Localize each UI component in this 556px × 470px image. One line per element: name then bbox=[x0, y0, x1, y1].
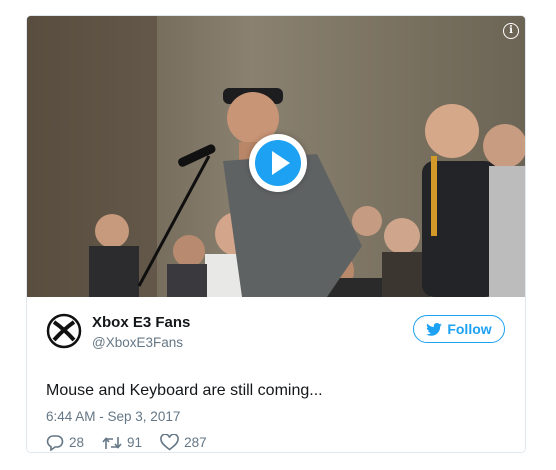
tweet-text: Mouse and Keyboard are still coming... bbox=[46, 382, 323, 399]
follow-label: Follow bbox=[447, 321, 492, 337]
retweet-button[interactable]: 91 bbox=[102, 435, 142, 451]
play-button[interactable] bbox=[249, 134, 307, 192]
avatar[interactable] bbox=[46, 313, 82, 349]
heart-icon bbox=[160, 434, 179, 451]
follow-button[interactable]: Follow bbox=[413, 315, 505, 343]
like-count: 287 bbox=[184, 435, 207, 450]
video-thumbnail[interactable]: i bbox=[27, 16, 525, 297]
timestamp[interactable]: 6:44 AM - Sep 3, 2017 bbox=[46, 409, 180, 424]
tweet-card: i Xbox E3 Fans @XboxE3Fans Follow Mouse … bbox=[26, 15, 526, 453]
twitter-bird-icon bbox=[426, 322, 443, 336]
xbox-logo-icon bbox=[46, 313, 82, 349]
tweet-actions: 28 91 287 bbox=[46, 434, 225, 451]
tweet-body: Xbox E3 Fans @XboxE3Fans Follow Mouse an… bbox=[27, 297, 525, 452]
info-icon[interactable]: i bbox=[503, 23, 519, 39]
retweet-icon bbox=[102, 436, 122, 449]
reply-button[interactable]: 28 bbox=[46, 434, 84, 451]
retweet-count: 91 bbox=[127, 435, 143, 450]
reply-count: 28 bbox=[69, 435, 85, 450]
like-button[interactable]: 287 bbox=[160, 434, 207, 451]
reply-icon bbox=[46, 435, 64, 451]
author-handle[interactable]: @XboxE3Fans bbox=[92, 335, 183, 350]
author-name[interactable]: Xbox E3 Fans bbox=[92, 314, 190, 331]
play-icon bbox=[255, 140, 301, 186]
